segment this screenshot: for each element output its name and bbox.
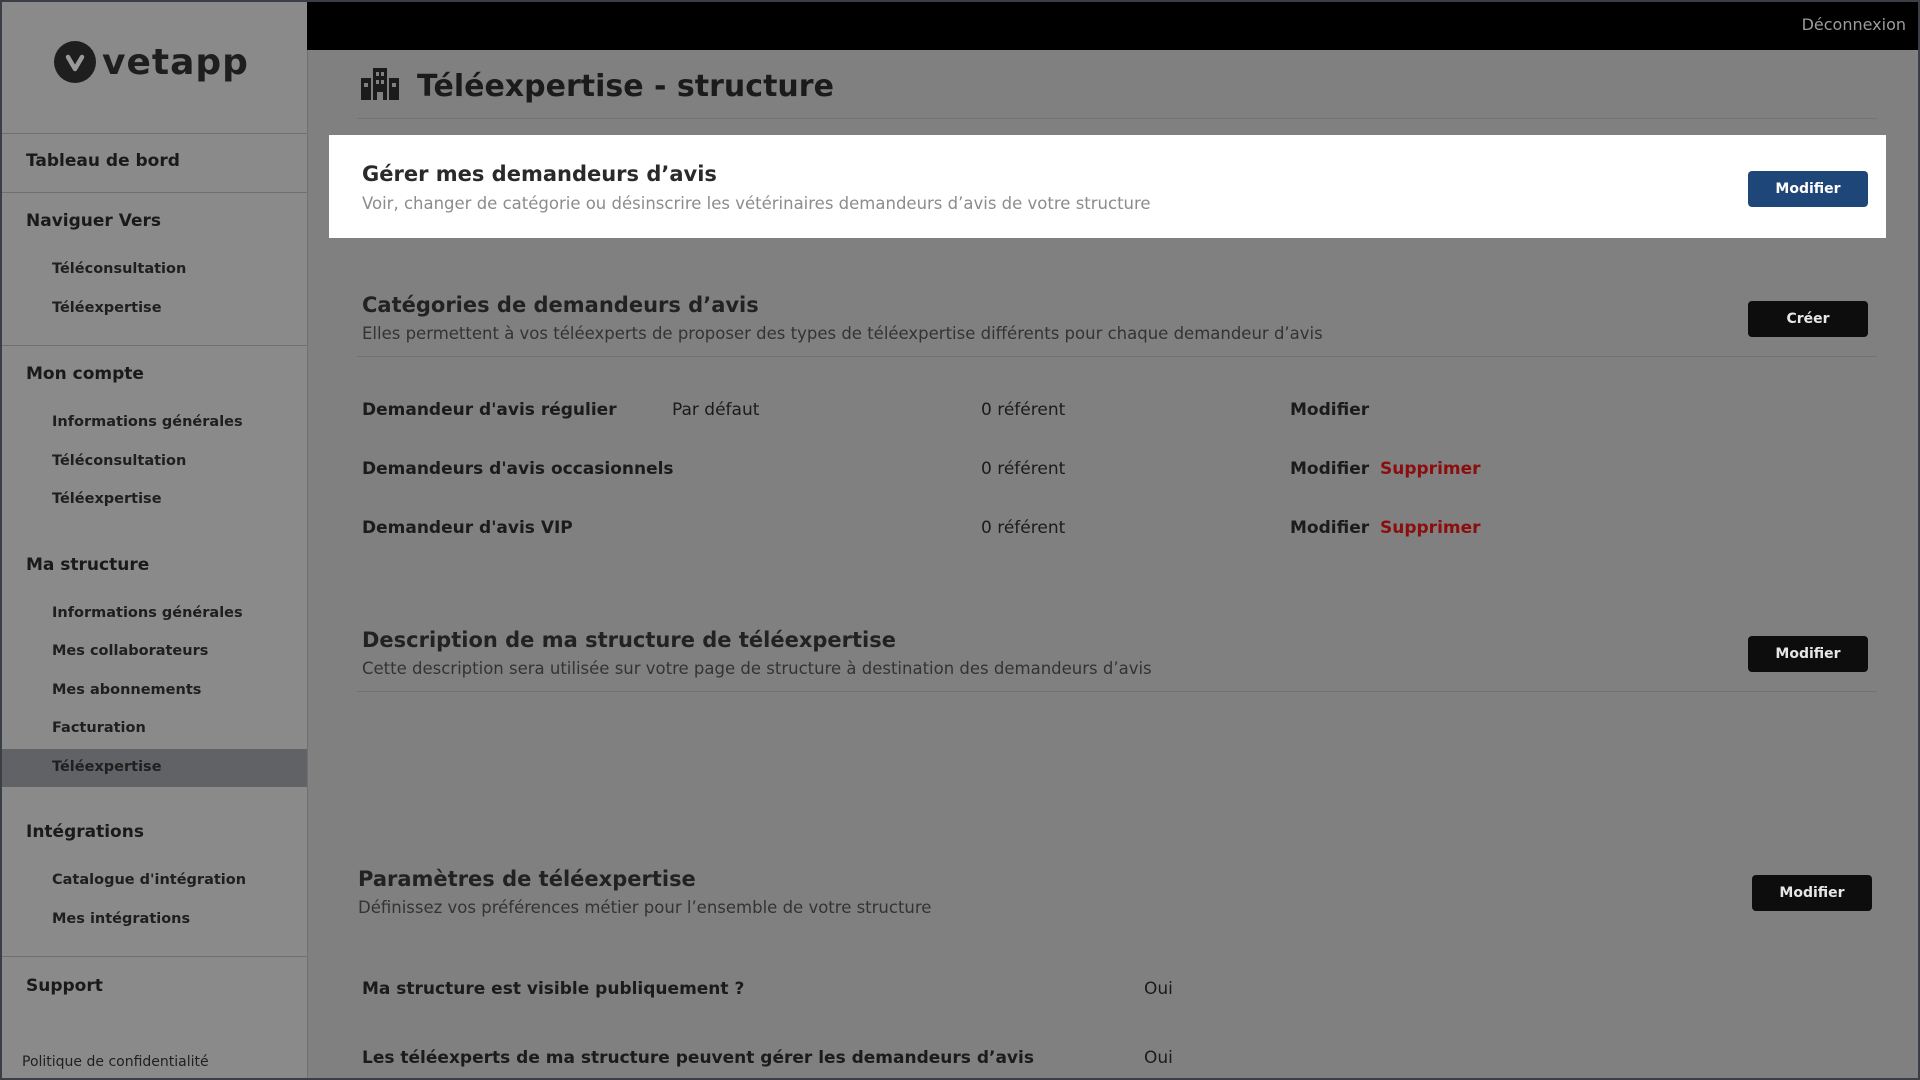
top-bar: Déconnexion xyxy=(307,2,1918,50)
sidebar-item-billing[interactable]: Facturation xyxy=(52,720,146,736)
categories-divider xyxy=(357,356,1877,357)
setting-label: Ma structure est visible publiquement ? xyxy=(362,979,745,999)
settings-edit-button[interactable]: Modifier xyxy=(1752,875,1872,911)
category-edit-link[interactable]: Modifier xyxy=(1290,459,1369,479)
sidebar-item-integration-catalog[interactable]: Catalogue d'intégration xyxy=(52,872,246,888)
settings-title: Paramètres de téléexpertise xyxy=(358,867,696,891)
sidebar-divider xyxy=(2,133,307,134)
logo-text: vetapp xyxy=(102,41,249,83)
description-title: Description de ma structure de téléexper… xyxy=(362,628,896,652)
category-name: Demandeur d'avis régulier xyxy=(362,400,617,420)
privacy-policy-link[interactable]: Politique de confidentialité xyxy=(22,1054,209,1070)
sidebar-item-collaborators[interactable]: Mes collaborateurs xyxy=(52,643,208,659)
page-title: Téléexpertise - structure xyxy=(417,68,834,104)
manage-requesters-card: Gérer mes demandeurs d’avis Voir, change… xyxy=(329,135,1886,238)
category-default-tag: Par défaut xyxy=(672,400,760,420)
sidebar-heading-navigate: Naviguer Vers xyxy=(26,211,161,231)
description-subtitle: Cette description sera utilisée sur votr… xyxy=(362,659,1152,678)
sidebar-item-subscriptions[interactable]: Mes abonnements xyxy=(52,682,201,698)
sidebar-divider xyxy=(2,192,307,193)
settings-subtitle: Définissez vos préférences métier pour l… xyxy=(358,898,932,917)
sidebar-item-nav-teleexpertise[interactable]: Téléexpertise xyxy=(52,300,162,316)
category-name: Demandeur d'avis VIP xyxy=(362,518,573,538)
sidebar-item-nav-teleconsultation[interactable]: Téléconsultation xyxy=(52,261,186,277)
setting-value: Oui xyxy=(1144,1048,1173,1068)
description-edit-button[interactable]: Modifier xyxy=(1748,636,1868,672)
sidebar-heading-structure: Ma structure xyxy=(26,555,150,575)
categories-title: Catégories de demandeurs d’avis xyxy=(362,293,759,317)
logout-link[interactable]: Déconnexion xyxy=(1802,15,1906,34)
sidebar-item-my-integrations[interactable]: Mes intégrations xyxy=(52,911,190,927)
create-category-button[interactable]: Créer xyxy=(1748,301,1868,337)
sidebar-item-support[interactable]: Support xyxy=(26,976,103,996)
sidebar-divider xyxy=(2,345,307,346)
category-delete-link[interactable]: Supprimer xyxy=(1380,518,1481,538)
building-icon xyxy=(361,68,399,104)
description-divider xyxy=(357,691,1877,692)
manage-requesters-edit-button[interactable]: Modifier xyxy=(1748,171,1868,207)
sidebar-divider xyxy=(2,956,307,957)
category-edit-link[interactable]: Modifier xyxy=(1290,400,1369,420)
setting-label: Les téléexperts de ma structure peuvent … xyxy=(362,1048,1034,1068)
check-logo-icon xyxy=(54,41,96,83)
sidebar-item-structure-info[interactable]: Informations générales xyxy=(52,605,243,621)
sidebar-item-account-teleexpertise[interactable]: Téléexpertise xyxy=(52,491,162,507)
main-content: Téléexpertise - structure Gérer mes dema… xyxy=(307,50,1918,1078)
category-referent-count: 0 référent xyxy=(981,518,1066,538)
sidebar-item-account-info[interactable]: Informations générales xyxy=(52,414,243,430)
app-window: vetapp Tableau de bord Naviguer Vers Tél… xyxy=(0,0,1920,1080)
manage-requesters-subtitle: Voir, changer de catégorie ou désinscrir… xyxy=(362,194,1151,213)
sidebar-item-dashboard[interactable]: Tableau de bord xyxy=(26,151,180,171)
sidebar-item-account-teleconsultation[interactable]: Téléconsultation xyxy=(52,453,186,469)
sidebar-heading-account: Mon compte xyxy=(26,364,144,384)
title-divider xyxy=(357,118,1877,119)
categories-subtitle: Elles permettent à vos téléexperts de pr… xyxy=(362,324,1323,343)
sidebar-item-structure-teleexpertise[interactable]: Téléexpertise xyxy=(52,759,162,775)
manage-requesters-title: Gérer mes demandeurs d’avis xyxy=(362,162,717,186)
sidebar-heading-integrations: Intégrations xyxy=(26,822,144,842)
category-name: Demandeurs d'avis occasionnels xyxy=(362,459,674,479)
setting-value: Oui xyxy=(1144,979,1173,999)
category-referent-count: 0 référent xyxy=(981,400,1066,420)
page-header: Téléexpertise - structure xyxy=(361,68,834,104)
logo[interactable]: vetapp xyxy=(54,40,249,84)
sidebar: vetapp Tableau de bord Naviguer Vers Tél… xyxy=(2,2,308,1078)
category-referent-count: 0 référent xyxy=(981,459,1066,479)
category-edit-link[interactable]: Modifier xyxy=(1290,518,1369,538)
category-delete-link[interactable]: Supprimer xyxy=(1380,459,1481,479)
